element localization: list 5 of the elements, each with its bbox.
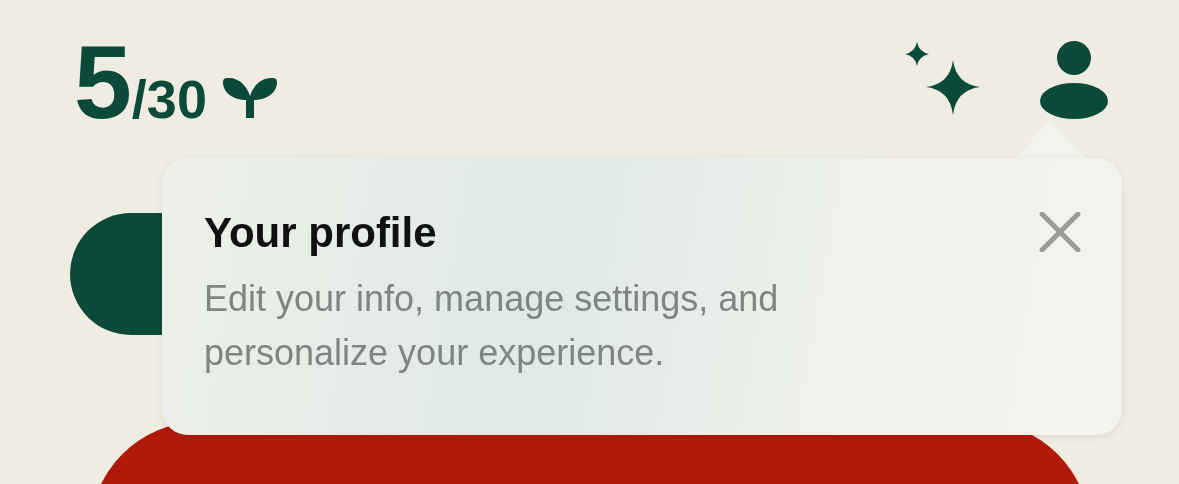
tooltip-title: Your profile (204, 208, 437, 258)
tooltip-text: Edit your info, manage settings, and personalize your experience. (204, 277, 780, 376)
progress-count: 5 (74, 30, 130, 134)
profile-icon[interactable] (1039, 41, 1109, 119)
progress-total: /30 (131, 72, 207, 126)
